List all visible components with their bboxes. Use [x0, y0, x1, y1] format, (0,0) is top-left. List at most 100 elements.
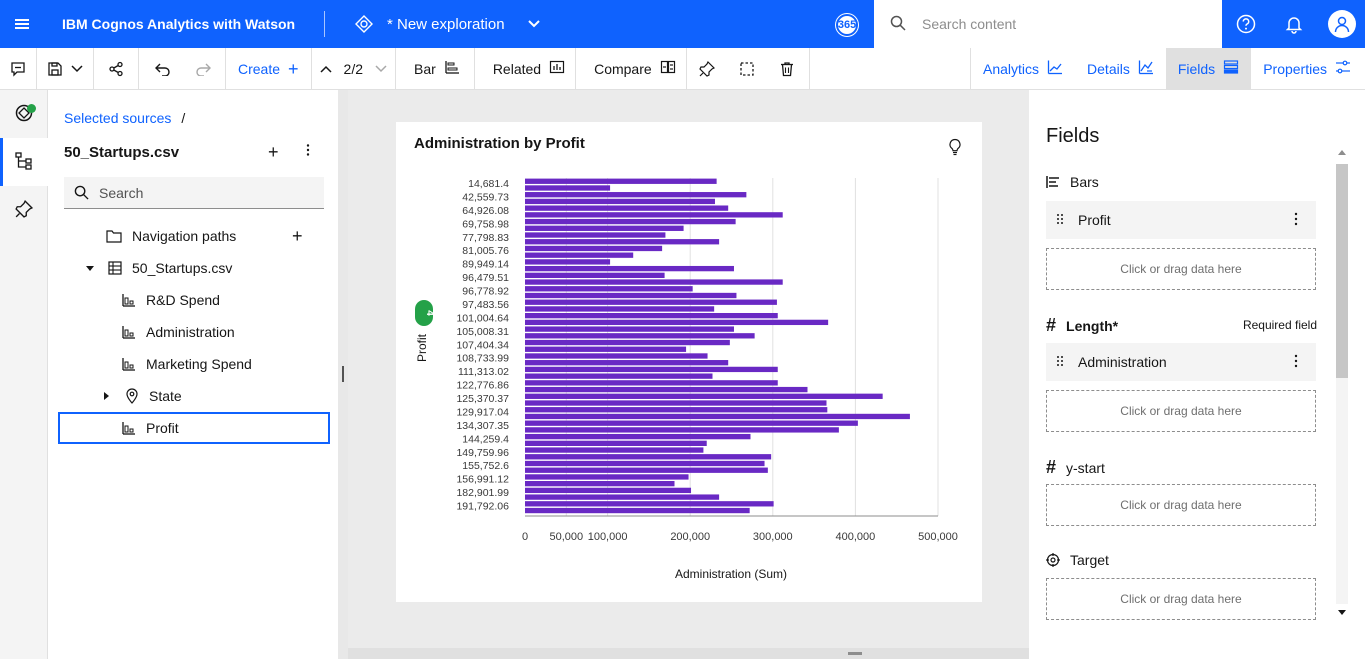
bars-drop-zone[interactable]: Click or drag data here — [1046, 248, 1316, 290]
bar[interactable] — [525, 353, 708, 359]
notifications-bell-icon[interactable] — [1270, 0, 1318, 48]
bar[interactable] — [525, 420, 858, 426]
bar[interactable] — [525, 232, 666, 238]
drag-handle-icon[interactable] — [1056, 354, 1066, 370]
splitter-handle[interactable] — [342, 366, 344, 382]
chart-card[interactable]: Administration by Profit 14,681.4 42,559.… — [396, 122, 982, 602]
bar[interactable] — [525, 218, 736, 225]
bar[interactable] — [525, 494, 720, 500]
bar[interactable] — [525, 212, 783, 218]
bar[interactable] — [525, 185, 611, 191]
overflow-menu-icon[interactable] — [1294, 212, 1298, 229]
compare-button[interactable]: Compare — [576, 48, 686, 89]
tab-properties[interactable]: Properties — [1251, 48, 1365, 89]
tree-item-state[interactable]: State — [104, 380, 182, 412]
delete-icon[interactable] — [767, 48, 809, 89]
bar[interactable] — [525, 501, 774, 507]
source-search-input[interactable]: Search — [64, 177, 324, 209]
bar[interactable] — [525, 366, 778, 373]
bar[interactable] — [525, 487, 692, 494]
bar[interactable] — [525, 380, 778, 386]
rail-pins-button[interactable] — [0, 186, 48, 234]
bar[interactable] — [525, 386, 808, 393]
bar[interactable] — [525, 192, 747, 198]
bar[interactable] — [525, 292, 737, 299]
bar[interactable] — [525, 178, 717, 184]
bar[interactable] — [525, 272, 665, 278]
tree-item-marketing-spend[interactable]: Marketing Spend — [122, 348, 252, 380]
bar[interactable] — [525, 407, 828, 413]
bar[interactable] — [525, 259, 611, 265]
bar[interactable] — [525, 413, 910, 420]
tab-details[interactable]: Details — [1075, 48, 1166, 89]
overflow-menu-icon[interactable] — [1294, 354, 1298, 371]
bar-chart-type-button[interactable]: Bar — [396, 48, 474, 89]
drag-handle-icon[interactable] — [1056, 212, 1066, 228]
scroll-thumb[interactable] — [1336, 164, 1348, 378]
next-chevron-icon[interactable] — [371, 48, 395, 89]
bar[interactable] — [525, 339, 730, 346]
bar[interactable] — [525, 454, 772, 460]
tab-fields[interactable]: Fields — [1165, 48, 1252, 89]
bar[interactable] — [525, 252, 634, 258]
bar[interactable] — [525, 205, 729, 211]
length-field-pill[interactable]: Administration — [1046, 343, 1316, 381]
related-button[interactable]: Related — [475, 48, 575, 89]
bar[interactable] — [525, 447, 704, 453]
select-area-icon[interactable] — [727, 48, 767, 89]
bar[interactable] — [525, 360, 729, 366]
bar[interactable] — [525, 279, 783, 285]
bar[interactable] — [525, 373, 713, 379]
target-drop-zone[interactable]: Click or drag data here — [1046, 578, 1316, 620]
bar[interactable] — [525, 460, 765, 467]
bar[interactable] — [525, 467, 768, 473]
add-icon[interactable]: + — [292, 226, 303, 247]
bar[interactable] — [525, 306, 715, 312]
bar[interactable] — [525, 286, 693, 292]
chevron-down-icon[interactable] — [527, 16, 541, 32]
caret-down-icon[interactable] — [86, 265, 94, 271]
caret-right-icon[interactable] — [104, 392, 109, 400]
save-options-chevron-icon[interactable] — [65, 48, 93, 89]
length-drop-zone[interactable]: Click or drag data here — [1046, 390, 1316, 432]
ystart-drop-zone[interactable]: Click or drag data here — [1046, 484, 1316, 526]
search-content-input[interactable] — [922, 16, 1202, 32]
bar[interactable] — [525, 346, 687, 352]
bar[interactable] — [525, 319, 829, 326]
vertical-scrollbar[interactable] — [1334, 150, 1348, 618]
previous-chevron-icon[interactable] — [312, 48, 336, 89]
bar[interactable] — [525, 433, 751, 440]
bar[interactable] — [525, 239, 720, 245]
content-search[interactable] — [874, 0, 1222, 48]
bar[interactable] — [525, 440, 707, 446]
bar[interactable] — [525, 225, 684, 231]
scroll-up-arrow-icon[interactable] — [1338, 150, 1346, 155]
bar[interactable] — [525, 481, 675, 487]
pin-icon[interactable] — [687, 48, 727, 89]
bar[interactable] — [525, 393, 883, 399]
create-button[interactable]: Create + — [226, 48, 311, 89]
overflow-menu-icon[interactable] — [300, 142, 316, 161]
tree-item-file[interactable]: 50_Startups.csv — [86, 252, 232, 284]
menu-icon[interactable] — [0, 0, 44, 48]
horizontal-scrollbar[interactable] — [348, 648, 1029, 659]
tab-analytics[interactable]: Analytics — [970, 48, 1075, 89]
bar[interactable] — [525, 265, 734, 272]
help-icon[interactable] — [1222, 0, 1270, 48]
bar[interactable] — [525, 427, 839, 433]
y-axis-badge[interactable]: 4 — [415, 300, 435, 326]
exploration-title[interactable]: * New exploration — [387, 16, 505, 33]
bar-chart[interactable]: 14,681.442,559.73 64,926.0869,758.98 77,79… — [396, 122, 982, 602]
bar[interactable] — [525, 313, 778, 319]
share-icon[interactable] — [94, 48, 138, 89]
rail-sources-button[interactable] — [0, 138, 48, 186]
bar[interactable] — [525, 326, 734, 332]
breadcrumb-selected-sources[interactable]: Selected sources — [64, 110, 171, 126]
panel-splitter[interactable] — [338, 90, 348, 659]
bar[interactable] — [525, 474, 689, 480]
scroll-down-arrow-icon[interactable] — [1338, 610, 1346, 615]
rail-assistant-button[interactable] — [0, 90, 48, 138]
bar[interactable] — [525, 245, 663, 252]
bar[interactable] — [525, 333, 755, 339]
redo-icon[interactable] — [183, 48, 225, 89]
